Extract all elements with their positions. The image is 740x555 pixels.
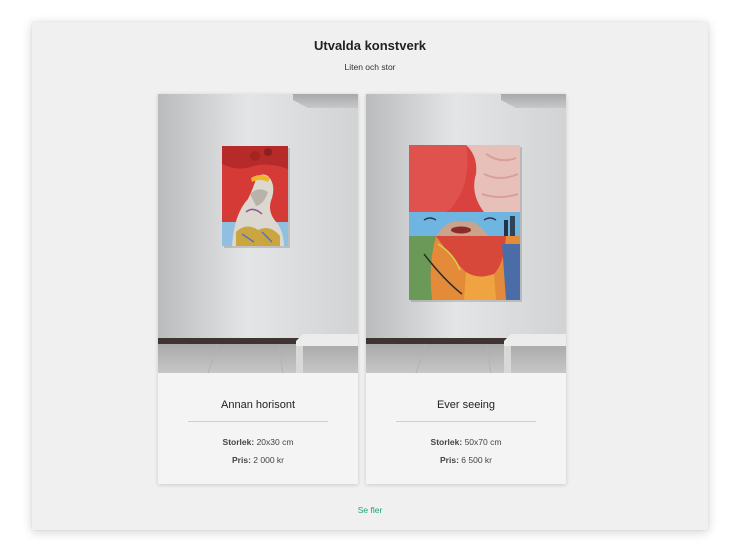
artwork-card-ever-seeing[interactable]: Ever seeing Storlek: 50x70 cm Pris: 6 50…	[366, 94, 566, 484]
artwork-price: Pris: 2 000 kr	[158, 455, 358, 465]
artwork-title[interactable]: Ever seeing	[366, 399, 566, 411]
artwork-title[interactable]: Annan horisont	[158, 399, 358, 411]
featured-artworks-section: Utvalda konstverk Liten och stor Annan h…	[32, 22, 708, 530]
artwork-image[interactable]	[366, 94, 566, 373]
price-value: 6 500 kr	[461, 455, 492, 465]
price-value: 2 000 kr	[253, 455, 284, 465]
section-subtitle: Liten och stor	[344, 62, 396, 72]
card-divider	[396, 421, 536, 422]
size-value: 50x70 cm	[464, 437, 502, 447]
price-label: Pris:	[232, 455, 251, 465]
artwork-price: Pris: 6 500 kr	[366, 455, 566, 465]
artwork-size: Storlek: 20x30 cm	[158, 437, 358, 447]
size-value: 20x30 cm	[256, 437, 294, 447]
see-more-link[interactable]: Se fler	[32, 505, 708, 515]
artwork-size: Storlek: 50x70 cm	[366, 437, 566, 447]
size-label: Storlek:	[430, 437, 463, 447]
section-title: Utvalda konstverk	[314, 38, 426, 53]
card-divider	[188, 421, 328, 422]
artwork-card-annan-horisont[interactable]: Annan horisont Storlek: 20x30 cm Pris: 2…	[158, 94, 358, 484]
size-label: Storlek:	[222, 437, 255, 447]
artwork-image[interactable]	[158, 94, 358, 373]
price-label: Pris:	[440, 455, 459, 465]
